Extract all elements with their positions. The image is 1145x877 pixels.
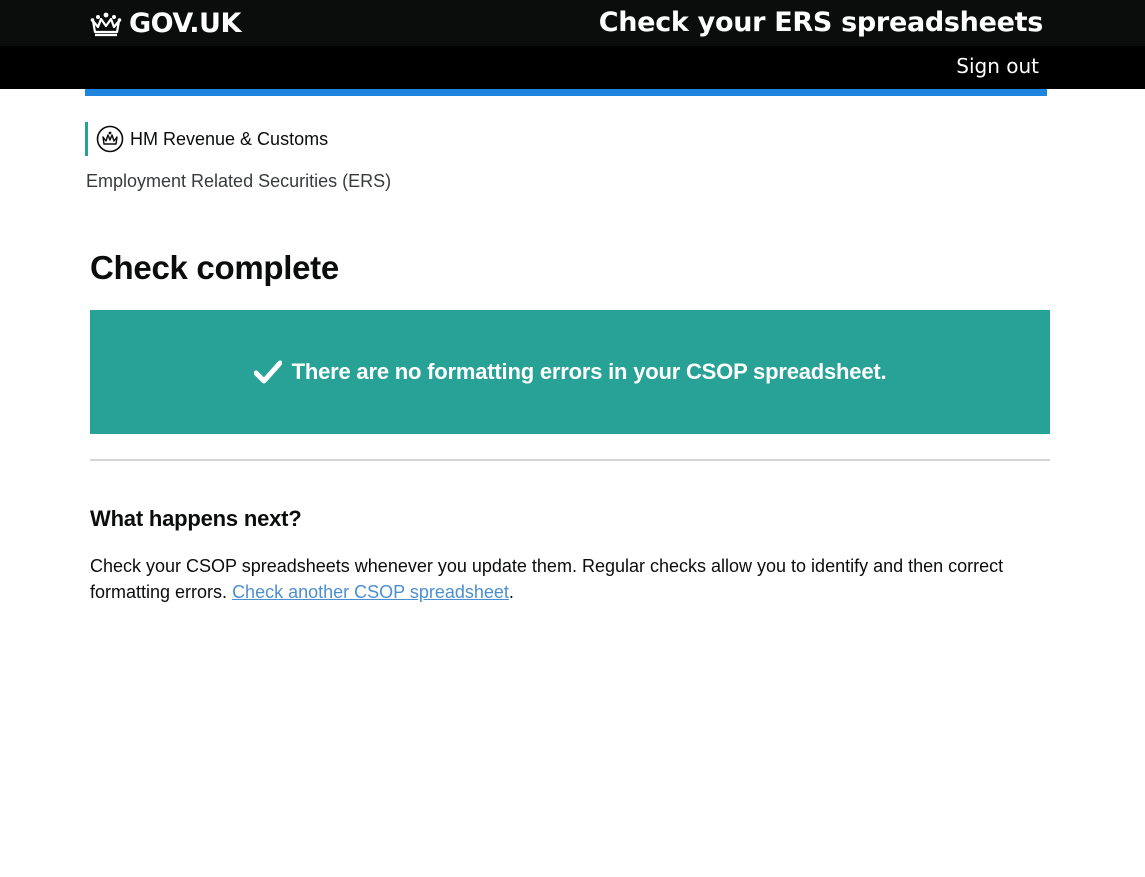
next-steps-suffix: . — [508, 582, 514, 602]
next-steps-body: Check your CSOP spreadsheets whenever yo… — [90, 556, 1004, 602]
govuk-logo-link[interactable]: GOV.UK — [89, 9, 241, 39]
crown-icon — [90, 12, 122, 37]
checkmark-icon — [253, 360, 282, 384]
header-accent-bar — [85, 89, 1047, 96]
header-top-bar: GOV.UK Check your ERS spreadsheets — [0, 0, 1145, 46]
hmrc-crest-icon — [96, 125, 124, 153]
section-divider — [90, 459, 1050, 461]
confirmation-message: There are no formatting errors in your C… — [291, 359, 887, 384]
service-name[interactable]: Check your ERS spreadsheets — [599, 7, 1044, 39]
brand-text: GOV.UK — [129, 8, 241, 39]
section-name: Employment Related Securities (ERS) — [86, 171, 392, 191]
sign-out-link[interactable]: Sign out — [956, 54, 1039, 78]
organisation-name: HM Revenue & Customs — [130, 128, 329, 149]
organisation-logo: HM Revenue & Customs — [85, 122, 328, 156]
check-another-link[interactable]: Check another CSOP spreadsheet — [232, 582, 509, 602]
page-title: Check complete — [90, 249, 339, 286]
next-steps-heading: What happens next? — [90, 506, 302, 531]
next-steps-text: Check your CSOP spreadsheets whenever yo… — [90, 553, 1040, 605]
confirmation-panel: There are no formatting errors in your C… — [90, 310, 1050, 434]
header-nav-bar: Sign out — [0, 46, 1145, 89]
